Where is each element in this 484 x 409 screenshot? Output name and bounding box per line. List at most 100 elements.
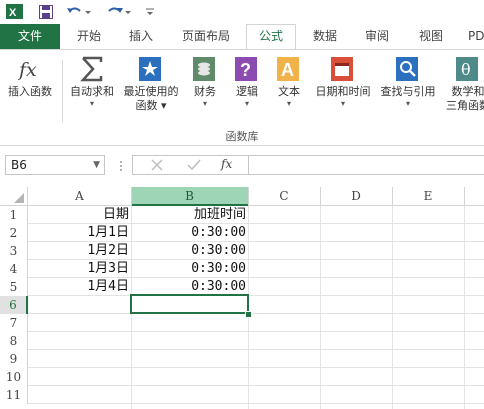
- active-cell-b6[interactable]: [130, 294, 249, 314]
- cell-a4[interactable]: 1月3日: [30, 260, 129, 278]
- column-header-a[interactable]: A: [28, 187, 131, 206]
- column-divider: [131, 187, 132, 206]
- worksheet-grid[interactable]: A B C D E 1 2 3 4 5 6 7 8 9 10 11 日期 1月1…: [0, 187, 484, 409]
- calendar-icon: [330, 56, 356, 82]
- lookup-reference-button[interactable]: 查找与引用 ▾: [376, 56, 440, 109]
- financial-dropdown-icon: ▾: [202, 99, 207, 108]
- row-header-5[interactable]: 5: [0, 278, 28, 296]
- theta-icon: θ: [455, 56, 481, 82]
- recently-used-label-1: 最近使用的: [123, 85, 179, 98]
- row-header-11[interactable]: 11: [0, 386, 28, 404]
- text-dropdown-icon: ▾: [286, 99, 291, 108]
- name-box-dropdown-icon[interactable]: ▼: [93, 156, 100, 174]
- cell-a3[interactable]: 1月2日: [30, 242, 129, 260]
- column-header-d[interactable]: D: [320, 187, 392, 206]
- row-header-4[interactable]: 4: [0, 260, 28, 278]
- text-a-icon: A: [276, 56, 302, 82]
- autosum-button[interactable]: 自动求和 ▾: [64, 56, 120, 109]
- gridline: [28, 403, 484, 404]
- logical-label: 逻辑: [236, 85, 258, 98]
- tab-view[interactable]: 视图: [406, 24, 456, 49]
- cell-b2[interactable]: 0:30:00: [133, 224, 246, 242]
- column-divider: [464, 187, 465, 206]
- lookup-reference-dropdown-icon: ▾: [405, 99, 410, 108]
- insert-function-label: 插入函数: [8, 85, 52, 98]
- insert-function-button[interactable]: fx 插入函数: [2, 56, 58, 99]
- gridline: [28, 367, 484, 368]
- redo-icon[interactable]: [106, 3, 132, 20]
- formula-bar: B6 ▼ fx: [0, 148, 484, 184]
- ribbon-separator: [62, 60, 63, 122]
- formula-button-area: fx: [132, 155, 248, 175]
- autosum-dropdown-icon: ▾: [89, 99, 94, 108]
- insert-function-fx-icon[interactable]: fx: [221, 157, 232, 171]
- math-trig-label-1: 数学和: [451, 85, 484, 98]
- recently-used-button[interactable]: 最近使用的 函数 ▾: [120, 56, 182, 113]
- cell-b1[interactable]: 加班时间: [133, 206, 246, 224]
- math-trig-button[interactable]: θ 数学和 三角函数: [440, 56, 484, 113]
- row-header-3[interactable]: 3: [0, 242, 28, 260]
- row-header-1[interactable]: 1: [0, 206, 28, 224]
- column-header-c[interactable]: C: [248, 187, 320, 206]
- cell-b3[interactable]: 0:30:00: [133, 242, 246, 260]
- gridline: [28, 313, 484, 314]
- cell-b4[interactable]: 0:30:00: [133, 260, 246, 278]
- svg-text:?: ?: [240, 60, 251, 80]
- tab-insert[interactable]: 插入: [116, 24, 166, 49]
- select-all-button[interactable]: [0, 187, 28, 206]
- ribbon-panel: fx 插入函数 自动求和 ▾ 最近使用的 函数 ▾ 财务 ▾ ? 逻辑 ▾ A: [0, 49, 484, 146]
- gridline: [28, 349, 484, 350]
- row-header-2[interactable]: 2: [0, 224, 28, 242]
- formula-bar-grip-icon: [119, 160, 123, 175]
- gridline: [464, 206, 465, 409]
- autosum-label: 自动求和: [70, 85, 114, 98]
- name-box[interactable]: B6 ▼: [5, 155, 105, 175]
- math-trig-label-2: 三角函数: [446, 99, 484, 112]
- tab-home[interactable]: 开始: [64, 24, 114, 49]
- function-library-group-label: 函数库: [225, 130, 259, 143]
- row-header-10[interactable]: 10: [0, 368, 28, 386]
- date-time-dropdown-icon: ▾: [340, 99, 345, 108]
- tab-file[interactable]: 文件: [0, 24, 60, 49]
- logical-dropdown-icon: ▾: [244, 99, 249, 108]
- column-header-b[interactable]: B: [131, 187, 248, 206]
- undo-icon[interactable]: [66, 3, 92, 20]
- tab-page-layout[interactable]: 页面布局: [170, 24, 242, 49]
- column-divider: [392, 187, 393, 206]
- logical-button[interactable]: ? 逻辑 ▾: [228, 56, 266, 109]
- svg-text:X: X: [9, 7, 17, 19]
- customize-qat-icon[interactable]: [144, 3, 156, 20]
- cancel-icon[interactable]: [151, 159, 163, 174]
- column-header-e[interactable]: E: [392, 187, 464, 206]
- tab-review[interactable]: 审阅: [352, 24, 402, 49]
- sigma-icon: [79, 56, 105, 82]
- column-header-f[interactable]: [464, 187, 484, 206]
- financial-label: 财务: [194, 85, 216, 98]
- fill-handle[interactable]: [245, 311, 252, 318]
- gridline: [28, 331, 484, 332]
- text-label: 文本: [278, 85, 300, 98]
- tab-formulas[interactable]: 公式: [246, 24, 296, 49]
- row-header-6[interactable]: 6: [0, 296, 28, 314]
- svg-text:A: A: [281, 60, 294, 80]
- recently-used-label-2: 函数 ▾: [135, 99, 167, 112]
- formula-input[interactable]: [248, 155, 484, 175]
- cell-a1[interactable]: 日期: [30, 206, 129, 224]
- tab-pdf[interactable]: PD: [458, 24, 484, 49]
- enter-check-icon[interactable]: [187, 159, 201, 174]
- row-header-8[interactable]: 8: [0, 332, 28, 350]
- cell-a2[interactable]: 1月1日: [30, 224, 129, 242]
- date-time-button[interactable]: 日期和时间 ▾: [310, 56, 376, 109]
- row-header-7[interactable]: 7: [0, 314, 28, 332]
- cell-a5[interactable]: 1月4日: [30, 278, 129, 296]
- text-button[interactable]: A 文本 ▾: [270, 56, 308, 109]
- gridline: [28, 385, 484, 386]
- excel-logo-icon[interactable]: X: [6, 3, 24, 20]
- row-header-9[interactable]: 9: [0, 350, 28, 368]
- magnifier-icon: [395, 56, 421, 82]
- column-divider: [248, 187, 249, 206]
- svg-text:θ: θ: [461, 60, 471, 79]
- tab-data[interactable]: 数据: [300, 24, 350, 49]
- save-icon[interactable]: [38, 3, 54, 20]
- financial-button[interactable]: 财务 ▾: [186, 56, 224, 109]
